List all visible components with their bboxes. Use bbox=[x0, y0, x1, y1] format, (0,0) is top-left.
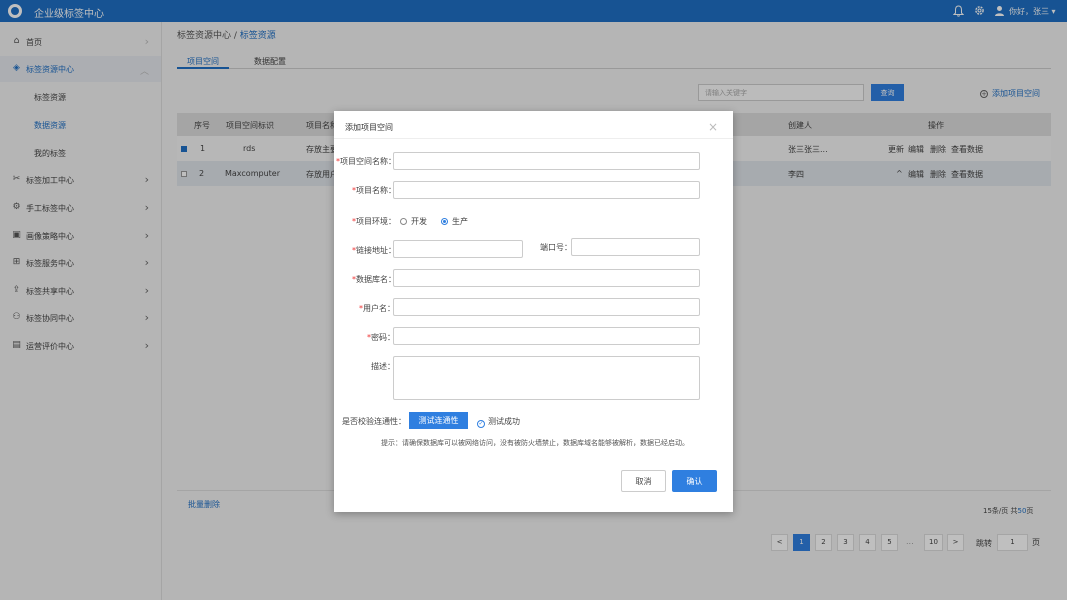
db-name-label: *数据库名： bbox=[352, 274, 396, 285]
verify-label: 是否校验连通性： bbox=[342, 417, 406, 426]
cancel-button[interactable]: 取消 bbox=[621, 470, 666, 492]
label-text: 项目空间名称： bbox=[340, 157, 396, 166]
test-result: ✓ 测试成功 bbox=[477, 416, 520, 428]
test-connection-button[interactable]: 测试连通性 bbox=[409, 412, 468, 429]
env-label: *项目环境： bbox=[352, 216, 396, 227]
hint-text: 提示：请确保数据库可以被网络访问，没有被防火墙禁止，数据库域名能够被解析，数据已… bbox=[381, 439, 689, 447]
db-name-input[interactable] bbox=[393, 269, 700, 287]
label-text: 密码： bbox=[371, 333, 395, 342]
username-input[interactable] bbox=[393, 298, 700, 316]
port-input[interactable] bbox=[571, 238, 700, 256]
dialog-title: 添加项目空间 bbox=[345, 123, 393, 132]
add-project-space-dialog: 添加项目空间 × *项目空间名称： *项目名称： *项目环境： 开发 生产 *链… bbox=[334, 111, 733, 512]
space-name-input[interactable] bbox=[393, 152, 700, 170]
space-name-label: *项目空间名称： bbox=[336, 156, 396, 167]
description-textarea[interactable] bbox=[393, 356, 700, 400]
confirm-button[interactable]: 确认 bbox=[672, 470, 717, 492]
check-circle-icon: ✓ bbox=[477, 420, 485, 428]
port-label: 端口号： bbox=[540, 243, 572, 252]
close-icon[interactable]: × bbox=[708, 121, 718, 133]
env-prod-radio[interactable]: 生产 bbox=[441, 216, 468, 227]
dialog-divider bbox=[334, 138, 733, 139]
link-label: *链接地址： bbox=[352, 245, 396, 256]
link-address-input[interactable] bbox=[393, 240, 523, 258]
radio-label: 开发 bbox=[411, 217, 427, 226]
env-dev-radio[interactable]: 开发 bbox=[400, 216, 427, 227]
label-text: 用户名： bbox=[363, 304, 395, 313]
project-name-label: *项目名称： bbox=[352, 185, 396, 196]
radio-unchecked-icon bbox=[400, 218, 407, 225]
label-text: 数据库名： bbox=[356, 275, 396, 284]
label-text: 链接地址： bbox=[356, 246, 396, 255]
radio-label: 生产 bbox=[452, 217, 468, 226]
radio-checked-icon bbox=[441, 218, 448, 225]
password-label: *密码： bbox=[367, 332, 395, 343]
password-input[interactable] bbox=[393, 327, 700, 345]
username-label: *用户名： bbox=[359, 303, 395, 314]
label-text: 项目环境： bbox=[356, 217, 396, 226]
project-name-input[interactable] bbox=[393, 181, 700, 199]
label-text: 项目名称： bbox=[356, 186, 396, 195]
test-result-text: 测试成功 bbox=[488, 417, 520, 426]
description-label: 描述： bbox=[371, 362, 395, 371]
